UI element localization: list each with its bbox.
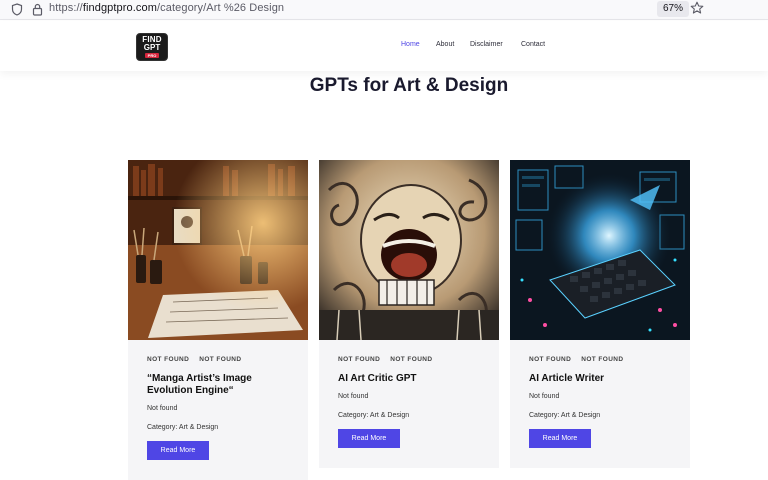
card-image-screaming-face[interactable] xyxy=(319,160,499,340)
lock-icon[interactable] xyxy=(30,2,44,16)
read-more-button[interactable]: Read More xyxy=(338,429,400,448)
nav-contact[interactable]: Contact xyxy=(521,41,545,48)
card-category: Category: Art & Design xyxy=(338,412,410,419)
shield-icon[interactable] xyxy=(10,2,24,16)
card-title[interactable]: AI Article Writer xyxy=(529,373,679,385)
tag-label[interactable]: NOT FOUND xyxy=(390,356,432,363)
tag-label[interactable]: NOT FOUND xyxy=(147,356,189,363)
url-host: findgptpro.com xyxy=(82,2,157,14)
gpt-card[interactable]: NOT FOUND NOT FOUND AI Art Critic GPT Not… xyxy=(319,160,499,468)
card-image-neon-keyboard[interactable] xyxy=(510,160,690,340)
card-description: Not found xyxy=(529,393,560,400)
card-tags: NOT FOUND NOT FOUND xyxy=(147,356,252,363)
card-category: Category: Art & Design xyxy=(147,424,219,431)
nav-home[interactable]: Home xyxy=(401,41,420,48)
card-tags: NOT FOUND NOT FOUND xyxy=(529,356,634,363)
card-image-manga-desk[interactable] xyxy=(128,160,308,340)
gpt-card[interactable]: NOT FOUND NOT FOUND “Manga Artist’s Image… xyxy=(128,160,308,480)
card-description: Not found xyxy=(147,405,178,412)
site-logo[interactable]: FIND GPT PRO xyxy=(136,33,168,61)
tag-label[interactable]: NOT FOUND xyxy=(338,356,380,363)
tag-label[interactable]: NOT FOUND xyxy=(199,356,241,363)
card-tags: NOT FOUND NOT FOUND xyxy=(338,356,443,363)
star-icon[interactable] xyxy=(690,1,704,15)
card-description: Not found xyxy=(338,393,369,400)
logo-line-2: GPT xyxy=(143,43,161,52)
address-bar[interactable]: https://findgptpro.com/category/Art %26 … xyxy=(49,2,284,14)
nav-disclaimer[interactable]: Disclaimer xyxy=(470,41,503,48)
browser-toolbar: https://findgptpro.com/category/Art %26 … xyxy=(0,0,768,20)
tag-label[interactable]: NOT FOUND xyxy=(529,356,571,363)
site-header: FIND GPT PRO Home About Disclaimer Conta… xyxy=(0,21,768,71)
read-more-button[interactable]: Read More xyxy=(147,441,209,460)
zoom-level-button[interactable]: 67% xyxy=(657,1,690,17)
page-title: GPTs for Art & Design xyxy=(309,75,509,96)
read-more-button[interactable]: Read More xyxy=(529,429,591,448)
logo-line-3: PRO xyxy=(144,53,160,58)
url-prefix: https:// xyxy=(49,2,83,14)
card-category: Category: Art & Design xyxy=(529,412,601,419)
gpt-card[interactable]: NOT FOUND NOT FOUND AI Article Writer Not… xyxy=(510,160,690,468)
card-title[interactable]: “Manga Artist’s Image Evolution Engine“ xyxy=(147,373,297,397)
url-path: /category/Art %26 Design xyxy=(157,2,285,14)
card-title[interactable]: AI Art Critic GPT xyxy=(338,373,488,385)
nav-about[interactable]: About xyxy=(436,41,454,48)
tag-label[interactable]: NOT FOUND xyxy=(581,356,623,363)
